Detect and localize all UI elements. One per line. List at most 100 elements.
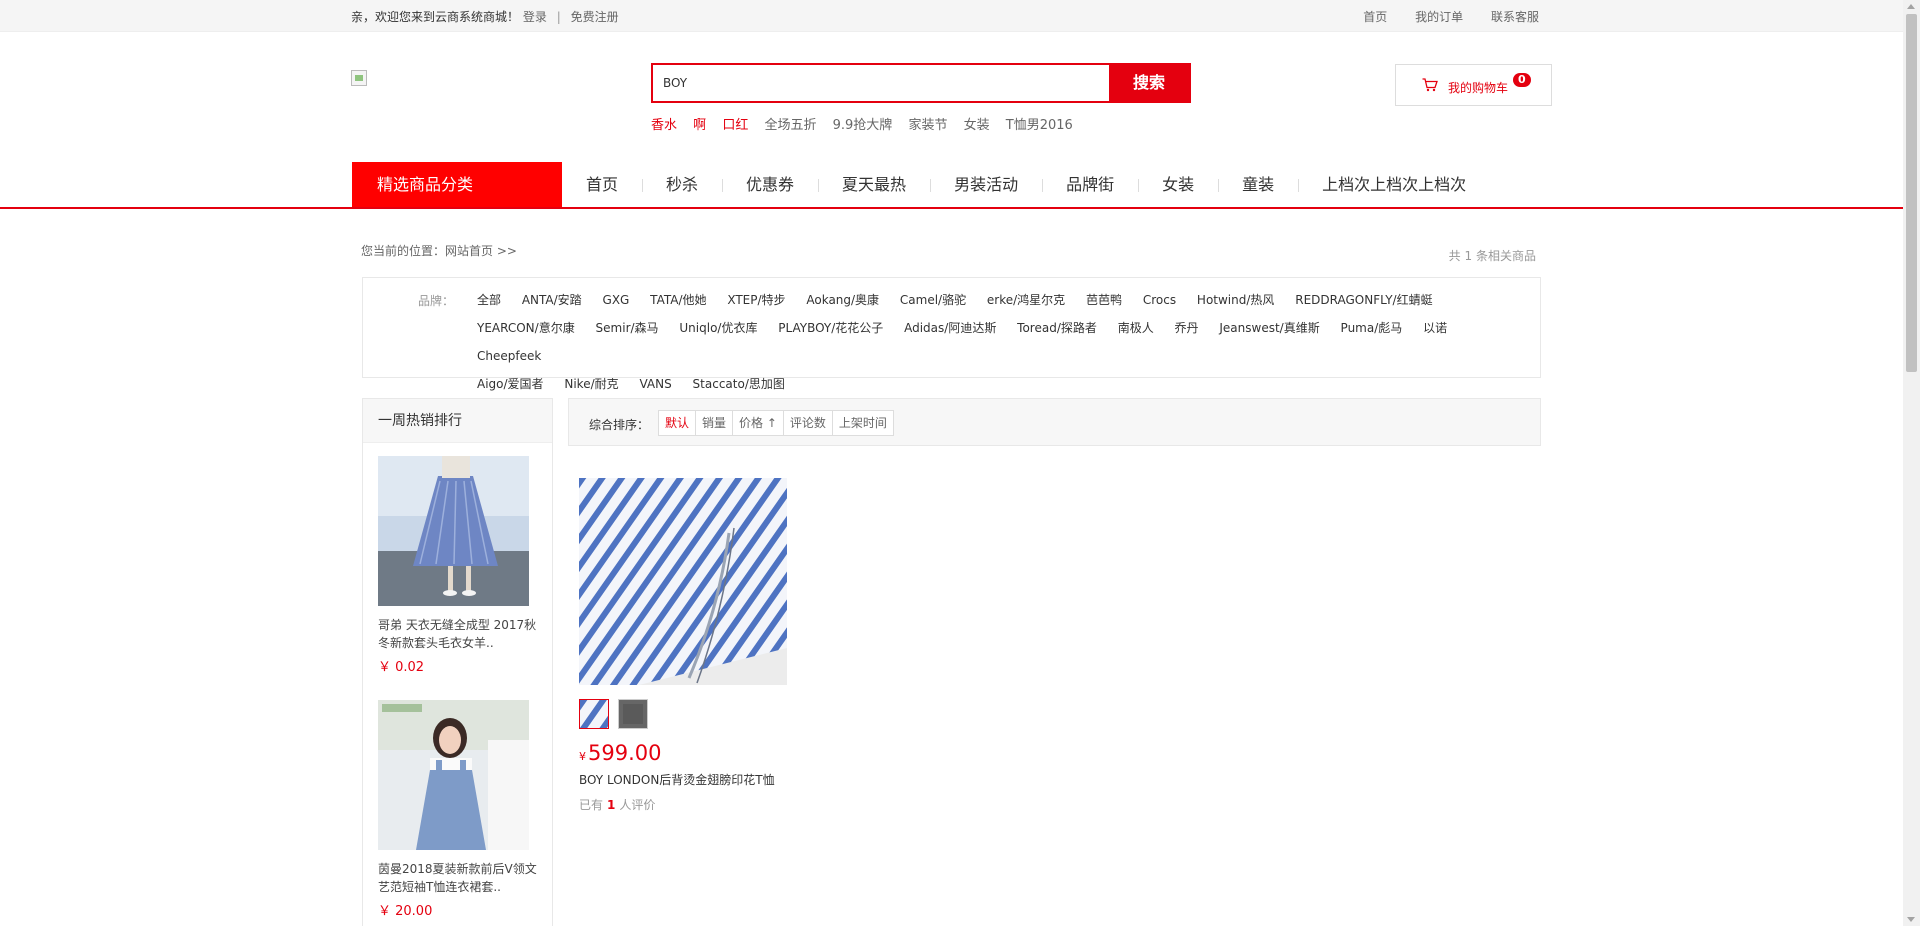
sort-price[interactable]: 价格 ↑ xyxy=(732,410,784,436)
product-name[interactable]: BOY LONDON后背烫金翅膀印花T恤 xyxy=(579,771,789,788)
color-swatch-striped[interactable] xyxy=(579,699,609,729)
register-link[interactable]: 免费注册 xyxy=(571,10,619,24)
login-link[interactable]: 登录 xyxy=(523,10,547,24)
hot-keyword[interactable]: 女装 xyxy=(964,118,990,133)
sort-bar: 综合排序： 默认 销量 价格 ↑ 评论数 上架时间 xyxy=(568,398,1541,446)
brand-option[interactable]: Cheepfeek xyxy=(477,349,541,363)
brand-option[interactable]: Crocs xyxy=(1143,293,1176,307)
brand-option[interactable]: 乔丹 xyxy=(1175,321,1199,335)
brand-option[interactable]: 以诺 xyxy=(1423,321,1447,335)
brand-option[interactable]: Hotwind/热风 xyxy=(1197,293,1275,307)
breadcrumb-home-link[interactable]: 网站首页 xyxy=(445,244,493,258)
top-link-home[interactable]: 首页 xyxy=(1363,10,1387,24)
search-box: 搜索 xyxy=(651,63,1191,103)
hot-keyword[interactable]: 口红 xyxy=(722,118,748,133)
nav-item[interactable]: 夏天最热 xyxy=(818,162,930,207)
product-comments: 已有 1 人评价 xyxy=(579,796,789,813)
hot-keyword[interactable]: 家装节 xyxy=(908,118,947,133)
logo-broken-image-icon[interactable] xyxy=(351,70,367,86)
brand-option[interactable]: Nike/耐克 xyxy=(564,377,618,391)
top-link-orders[interactable]: 我的订单 xyxy=(1415,10,1463,24)
brand-option[interactable]: Toread/探路者 xyxy=(1017,321,1097,335)
sidebar-product[interactable]: 哥弟 天衣无缝全成型 2017秋冬新款套头毛衣女羊.. ￥ 0.02 xyxy=(378,456,538,675)
sort-options: 默认 销量 价格 ↑ 评论数 上架时间 xyxy=(658,410,894,436)
brand-option[interactable]: Jeanswest/真维斯 xyxy=(1219,321,1319,335)
nav-item[interactable]: 童装 xyxy=(1218,162,1298,207)
brand-option[interactable]: REDDRAGONFLY/红蜻蜓 xyxy=(1295,293,1432,307)
comments-count[interactable]: 1 xyxy=(607,798,615,812)
product-image[interactable] xyxy=(378,456,529,606)
brand-option[interactable]: PLAYBOY/花花公子 xyxy=(778,321,883,335)
brand-option[interactable]: VANS xyxy=(639,377,671,391)
comments-prefix: 已有 xyxy=(579,798,604,812)
top-link-support[interactable]: 联系客服 xyxy=(1491,10,1539,24)
product-name[interactable]: 哥弟 天衣无缝全成型 2017秋冬新款套头毛衣女羊.. xyxy=(378,616,538,652)
brand-option[interactable]: erke/鸿星尔克 xyxy=(987,293,1065,307)
brand-filter-label: 品牌： xyxy=(418,294,455,308)
brand-option[interactable]: 全部 xyxy=(477,293,501,307)
breadcrumb-prefix: 您当前的位置： xyxy=(361,244,446,258)
nav-list: 首页 秒杀 优惠券 夏天最热 男装活动 品牌街 女装 童装 上档次上档次上档次 xyxy=(562,162,1490,207)
scrollbar-thumb[interactable] xyxy=(1906,14,1917,372)
cart-button[interactable]: 我的购物车 0 xyxy=(1395,64,1552,106)
brand-option[interactable]: YEARCON/意尔康 xyxy=(477,321,575,335)
brand-option[interactable]: ANTA/安踏 xyxy=(522,293,582,307)
brand-option[interactable]: Aigo/爱国者 xyxy=(477,377,544,391)
scroll-down-arrow-icon[interactable] xyxy=(1907,917,1915,922)
brand-option[interactable]: XTEP/特步 xyxy=(727,293,785,307)
brand-option[interactable]: Uniqlo/优衣库 xyxy=(679,321,757,335)
brand-option[interactable]: Camel/骆驼 xyxy=(900,293,966,307)
product-image[interactable] xyxy=(378,700,529,850)
brand-option[interactable]: Puma/彪马 xyxy=(1341,321,1403,335)
product-main-image[interactable] xyxy=(579,478,787,685)
cart-label: 我的购物车 xyxy=(1448,81,1509,95)
color-thumbnails xyxy=(579,699,789,729)
nav-item[interactable]: 男装活动 xyxy=(930,162,1042,207)
hot-keyword[interactable]: 香水 xyxy=(651,118,677,133)
hot-sales-sidebar: 一周热销排行 哥弟 天衣无缝全成型 2017秋冬新款套头毛衣女羊.. ￥ 0.0… xyxy=(362,398,553,926)
brand-option[interactable]: TATA/他她 xyxy=(650,293,706,307)
brand-option[interactable]: GXG xyxy=(603,293,630,307)
breadcrumb-arrow: >> xyxy=(496,244,517,258)
brand-option[interactable]: Staccato/思加图 xyxy=(693,377,785,391)
hot-keyword[interactable]: 全场五折 xyxy=(764,118,816,133)
nav-item[interactable]: 女装 xyxy=(1138,162,1218,207)
result-count-suffix: 条相关商品 xyxy=(1475,249,1536,263)
sort-default[interactable]: 默认 xyxy=(658,410,697,436)
result-count: 共 1 条相关商品 xyxy=(1449,247,1536,264)
hot-keyword[interactable]: T恤男2016 xyxy=(1006,118,1073,133)
cart-count-badge: 0 xyxy=(1513,73,1531,87)
nav-item[interactable]: 首页 xyxy=(562,162,642,207)
product-name[interactable]: 茵曼2018夏装新款前后V领文艺范短袖T恤连衣裙套.. xyxy=(378,860,538,896)
brand-option[interactable]: Aokang/奥康 xyxy=(806,293,879,307)
nav-item[interactable]: 秒杀 xyxy=(642,162,722,207)
search-input[interactable] xyxy=(653,65,1109,101)
nav-item[interactable]: 品牌街 xyxy=(1042,162,1138,207)
welcome-text: 亲，欢迎您来到云商系统商城！ xyxy=(351,10,520,24)
nav-item[interactable]: 上档次上档次上档次 xyxy=(1298,162,1490,207)
currency-symbol: ¥ xyxy=(579,750,586,763)
sort-comments[interactable]: 评论数 xyxy=(782,410,833,436)
page-scrollbar[interactable] xyxy=(1903,0,1920,926)
brand-option[interactable]: 芭芭鸭 xyxy=(1086,293,1122,307)
sort-listing-time[interactable]: 上架时间 xyxy=(831,410,894,436)
product-card: ¥599.00 BOY LONDON后背烫金翅膀印花T恤 已有 1 人评价 xyxy=(579,478,789,813)
nav-item[interactable]: 优惠券 xyxy=(722,162,818,207)
brand-option[interactable]: Semir/森马 xyxy=(596,321,659,335)
breadcrumb: 您当前的位置：网站首页 >> xyxy=(361,242,517,259)
product-price: ¥599.00 xyxy=(579,741,789,765)
brand-option[interactable]: Adidas/阿迪达斯 xyxy=(904,321,996,335)
main-nav: 精选商品分类 首页 秒杀 优惠券 夏天最热 男装活动 品牌街 女装 童装 上档次… xyxy=(0,162,1903,209)
price-value: 599.00 xyxy=(588,741,662,765)
product-price: ￥ 20.00 xyxy=(378,904,433,919)
scroll-up-arrow-icon[interactable] xyxy=(1907,4,1915,9)
hot-keyword[interactable]: 9.9抢大牌 xyxy=(833,118,893,133)
sort-sales[interactable]: 销量 xyxy=(695,410,734,436)
hot-keyword[interactable]: 啊 xyxy=(693,118,706,133)
brand-option[interactable]: 南极人 xyxy=(1118,321,1154,335)
search-button[interactable]: 搜索 xyxy=(1109,65,1189,101)
brand-filter: 品牌： 全部 ANTA/安踏 GXG TATA/他她 XTEP/特步 Aokan… xyxy=(362,277,1541,391)
sidebar-product[interactable]: 茵曼2018夏装新款前后V领文艺范短袖T恤连衣裙套.. ￥ 20.00 xyxy=(378,700,538,919)
color-swatch-gray[interactable] xyxy=(618,699,648,729)
category-menu-button[interactable]: 精选商品分类 xyxy=(352,162,562,207)
